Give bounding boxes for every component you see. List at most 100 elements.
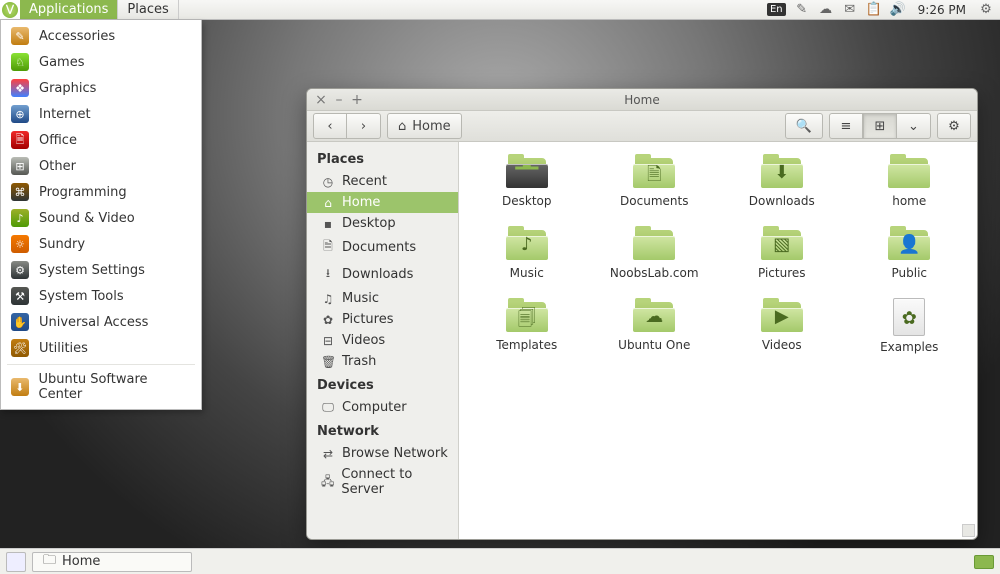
app-menu-item-software-center[interactable]: ⬇Ubuntu Software Center xyxy=(1,368,201,406)
chevron-down-icon: ⌄ xyxy=(908,119,919,134)
folder-videos[interactable]: ▶Videos xyxy=(718,296,846,356)
folder-music[interactable]: ♪Music xyxy=(463,224,591,282)
grid-icon: ⊞ xyxy=(875,119,886,134)
sidebar-item-icon: ⌂ xyxy=(321,196,335,210)
sidebar-place-home[interactable]: ⌂Home xyxy=(307,192,458,213)
app-menu-label: Programming xyxy=(39,185,127,200)
app-menu-item-office[interactable]: 🗎Office xyxy=(1,127,201,153)
sidebar-place-music[interactable]: ♫Music xyxy=(307,288,458,309)
search-button[interactable]: 🔍 xyxy=(785,113,823,139)
sidebar-item-icon: ⊟ xyxy=(321,334,335,348)
clipboard-icon[interactable]: 📋 xyxy=(866,2,882,18)
view-list-button[interactable]: ≡ xyxy=(829,113,863,139)
folder-templates[interactable]: 🗐Templates xyxy=(463,296,591,356)
folder-label: NoobsLab.com xyxy=(610,266,699,280)
sidebar-item-label: Desktop xyxy=(342,216,396,231)
sidebar-item-label: Connect to Server xyxy=(341,467,448,497)
window-close-icon[interactable]: × xyxy=(315,94,327,106)
nav-forward-button[interactable]: › xyxy=(347,113,381,139)
app-menu-label: Other xyxy=(39,159,76,174)
folder-desktop[interactable]: ▂▃▂Desktop xyxy=(463,152,591,210)
sidebar-place-pictures[interactable]: ✿Pictures xyxy=(307,309,458,330)
app-menu-item-universal-access[interactable]: ✋Universal Access xyxy=(1,309,201,335)
clock[interactable]: 9:26 PM xyxy=(914,3,970,17)
keyboard-layout-indicator[interactable]: En xyxy=(767,3,786,16)
path-home-button[interactable]: ⌂ Home xyxy=(387,113,462,139)
view-options-button[interactable]: ⌄ xyxy=(897,113,931,139)
app-menu-item-programming[interactable]: ⌘Programming xyxy=(1,179,201,205)
sidebar-heading-network: Network xyxy=(307,418,458,443)
app-menu-item-graphics[interactable]: ❖Graphics xyxy=(1,75,201,101)
view-grid-button[interactable]: ⊞ xyxy=(863,113,897,139)
folder-icon: ☁ xyxy=(632,298,676,334)
window-titlebar[interactable]: × – + Home xyxy=(307,89,977,111)
app-menu-item-internet[interactable]: ⊕Internet xyxy=(1,101,201,127)
app-menu-item-games[interactable]: ♘Games xyxy=(1,49,201,75)
app-menu-label: Sundry xyxy=(39,237,85,252)
folder-public[interactable]: 👤 Public xyxy=(846,224,974,282)
mail-icon[interactable]: ✉ xyxy=(842,2,858,18)
distro-logo[interactable]: ⋁ xyxy=(0,0,20,19)
sidebar-heading-devices: Devices xyxy=(307,372,458,397)
sidebar-item-icon: ◷ xyxy=(321,175,335,189)
app-menu-item-sundry[interactable]: ☼Sundry xyxy=(1,231,201,257)
folder-icon: 👤 xyxy=(887,226,931,262)
app-menu-label: Internet xyxy=(39,107,91,122)
app-menu-label: Games xyxy=(39,55,84,70)
category-icon: ⚙ xyxy=(11,261,29,279)
folder-label: Examples xyxy=(880,340,938,354)
folder-icon: ▂▃▂ xyxy=(505,154,549,190)
workspace-switcher[interactable] xyxy=(974,555,994,569)
content-area[interactable]: ▂▃▂Desktop🗎Documents⬇Downloads home ♪Music… xyxy=(459,142,977,539)
taskbar-entry-home[interactable]: 🗀 Home xyxy=(32,552,192,572)
preferences-button[interactable]: ⚙ xyxy=(937,113,971,139)
sidebar-place-recent[interactable]: ◷Recent xyxy=(307,171,458,192)
app-menu-item-utilities[interactable]: 🛠Utilities xyxy=(1,335,201,361)
sidebar-place-downloads[interactable]: ⭳Downloads xyxy=(307,261,458,288)
menu-places[interactable]: Places xyxy=(118,0,178,19)
folder-icon: ⬇ xyxy=(760,154,804,190)
resize-grip[interactable] xyxy=(962,524,975,537)
sidebar-item-icon: 🗑 xyxy=(321,355,335,369)
app-menu-item-sound-video[interactable]: ♪Sound & Video xyxy=(1,205,201,231)
settings-gear-icon[interactable]: ⚙ xyxy=(978,2,994,18)
app-menu-item-accessories[interactable]: ✎Accessories xyxy=(1,23,201,49)
sidebar-place-desktop[interactable]: ▪Desktop xyxy=(307,213,458,234)
category-icon: ❖ xyxy=(11,79,29,97)
color-picker-icon[interactable]: ✎ xyxy=(794,2,810,18)
sidebar-item-label: Videos xyxy=(342,333,385,348)
folder-documents[interactable]: 🗎Documents xyxy=(591,152,719,210)
sidebar-item-icon: ♫ xyxy=(321,292,335,306)
folder-label: home xyxy=(892,194,926,208)
nav-back-button[interactable]: ‹ xyxy=(313,113,347,139)
sidebar-item-label: Pictures xyxy=(342,312,393,327)
folder-label: Music xyxy=(510,266,544,280)
sidebar-device-computer[interactable]: 🖵Computer xyxy=(307,397,458,418)
app-menu-item-other[interactable]: ⊞Other xyxy=(1,153,201,179)
folder-label: Public xyxy=(891,266,927,280)
sidebar-place-documents[interactable]: 🗎Documents xyxy=(307,234,458,261)
folder-downloads[interactable]: ⬇Downloads xyxy=(718,152,846,210)
sidebar-network-connect-to-server[interactable]: 🖧Connect to Server xyxy=(307,464,458,500)
show-desktop-button[interactable] xyxy=(6,552,26,572)
sidebar-network-browse-network[interactable]: ⇄Browse Network xyxy=(307,443,458,464)
folder-ubuntu-one[interactable]: ☁Ubuntu One xyxy=(591,296,719,356)
app-menu-label: System Tools xyxy=(39,289,124,304)
cloud-icon[interactable]: ☁ xyxy=(818,2,834,18)
window-minimize-icon[interactable]: – xyxy=(333,94,345,106)
category-icon: ♪ xyxy=(11,209,29,227)
menu-applications[interactable]: Applications xyxy=(20,0,118,19)
app-menu-label: Ubuntu Software Center xyxy=(39,372,192,402)
folder-pictures[interactable]: ▧Pictures xyxy=(718,224,846,282)
volume-icon[interactable]: 🔊 xyxy=(890,2,906,18)
app-menu-item-system-tools[interactable]: ⚒System Tools xyxy=(1,283,201,309)
folder-noobslab-com[interactable]: NoobsLab.com xyxy=(591,224,719,282)
folder-examples[interactable]: ✿Examples xyxy=(846,296,974,356)
sidebar-place-videos[interactable]: ⊟ Videos xyxy=(307,330,458,351)
folder-home[interactable]: home xyxy=(846,152,974,210)
window-maximize-icon[interactable]: + xyxy=(351,94,363,106)
app-menu-label: Accessories xyxy=(39,29,115,44)
sidebar-place-trash[interactable]: 🗑Trash xyxy=(307,351,458,372)
app-menu-item-system-settings[interactable]: ⚙System Settings xyxy=(1,257,201,283)
sidebar-item-label: Downloads xyxy=(342,267,413,282)
